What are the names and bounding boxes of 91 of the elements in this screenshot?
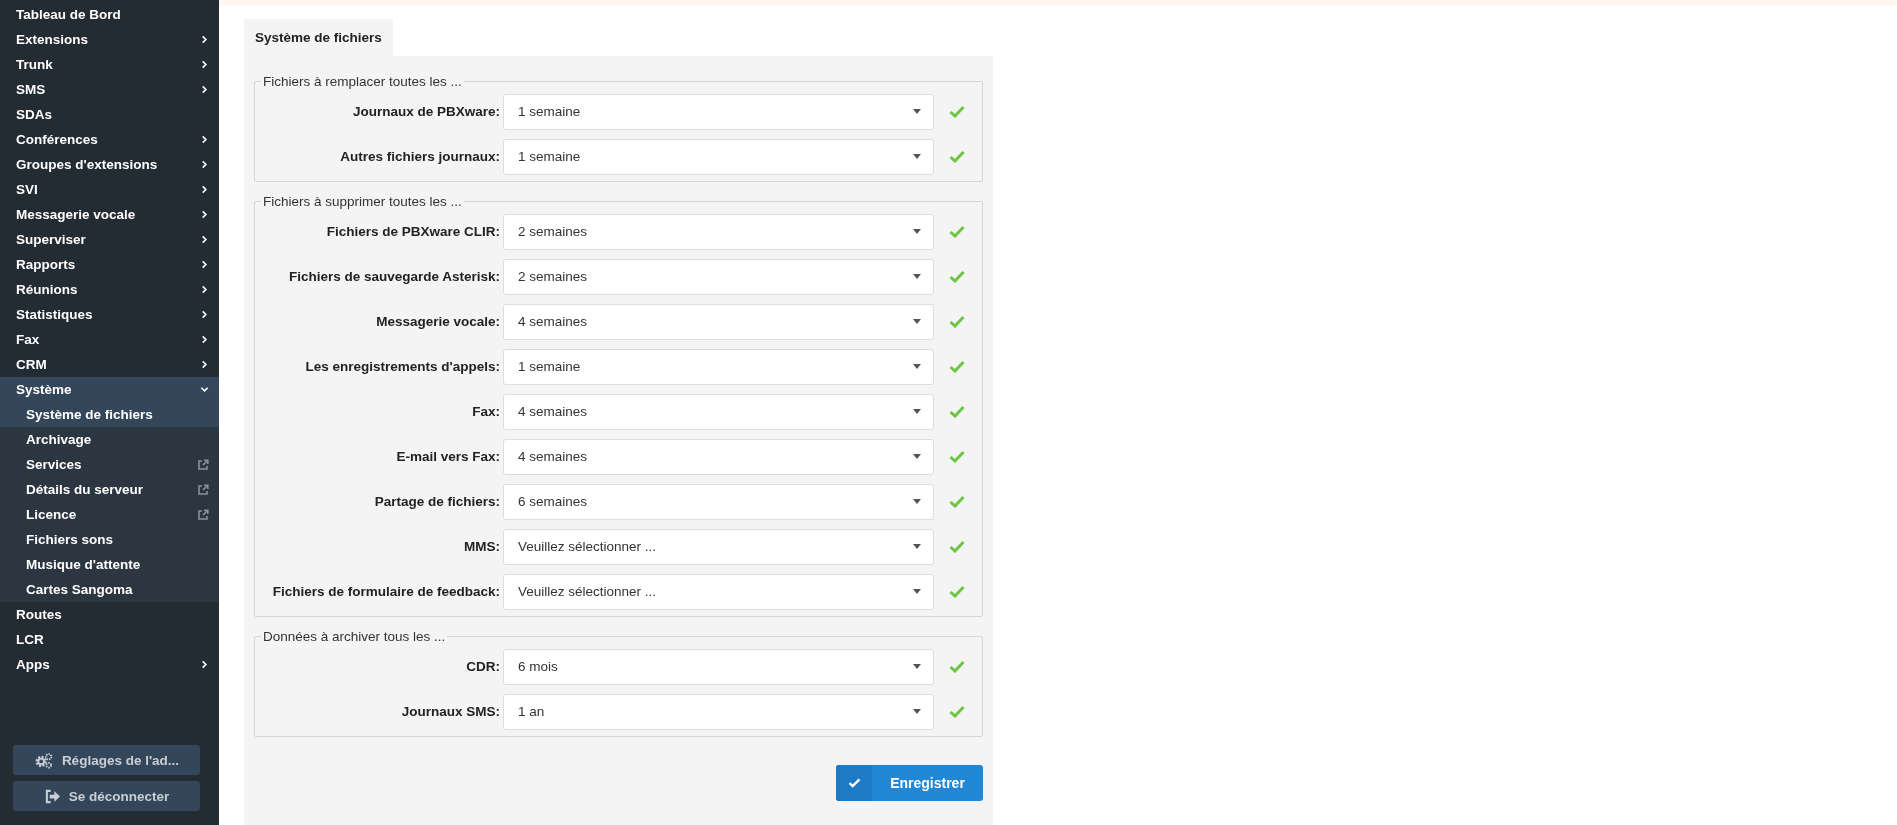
sidebar-item[interactable]: Fax	[0, 327, 219, 352]
caret-icon	[913, 454, 921, 459]
sidebar-item[interactable]: SVI	[0, 177, 219, 202]
sidebar-item[interactable]: CRM	[0, 352, 219, 377]
caret-icon	[913, 319, 921, 324]
sidebar-subitem[interactable]: Système de fichiers	[0, 402, 219, 427]
dropdown-field[interactable]: 6 semaines	[503, 483, 934, 520]
chevron-icon	[200, 135, 209, 144]
sidebar-subitem[interactable]: Détails du serveur	[0, 477, 219, 502]
caret-icon	[913, 664, 921, 669]
field-label: Journaux de PBXware:	[351, 104, 501, 119]
dropdown-field[interactable]: 1 semaine	[503, 138, 934, 175]
field-label: Fax:	[471, 404, 501, 419]
caret-icon	[913, 109, 921, 114]
sidebar-item[interactable]: Réunions	[0, 277, 219, 302]
dropdown-field[interactable]: Veuillez sélectionner ...	[503, 573, 934, 610]
caret-icon	[913, 589, 921, 594]
sidebar-subitem[interactable]: Licence	[0, 502, 219, 527]
chevron-icon	[200, 310, 209, 319]
sidebar-item[interactable]: Tableau de Bord	[0, 2, 219, 27]
sidebar-subitem[interactable]: Cartes Sangoma	[0, 577, 219, 602]
chevron-icon	[200, 85, 209, 94]
chevron-icon	[200, 285, 209, 294]
sidebar-subitem[interactable]: Fichiers sons	[0, 527, 219, 552]
caret-icon	[913, 154, 921, 159]
logout-button[interactable]: Se déconnecter	[13, 781, 200, 811]
caret-icon	[913, 364, 921, 369]
dropdown-field[interactable]: 1 semaine	[503, 348, 934, 385]
chevron-icon	[200, 160, 209, 169]
tab[interactable]: Système de fichiers	[244, 19, 393, 56]
section-legend: Fichiers à supprimer toutes les ...	[261, 194, 464, 209]
sidebar-item[interactable]: Rapports	[0, 252, 219, 277]
sidebar-item[interactable]: Statistiques	[0, 302, 219, 327]
field-label: Les enregistrements d'appels:	[304, 359, 501, 374]
sidebar-item[interactable]: Conférences	[0, 127, 219, 152]
field-label: Autres fichiers journaux:	[339, 149, 501, 164]
settings-button[interactable]: Réglages de l'ad...	[13, 745, 200, 775]
chevron-icon	[200, 260, 209, 269]
chevron-icon	[200, 235, 209, 244]
sidebar-item[interactable]: Messagerie vocale	[0, 202, 219, 227]
caret-icon	[913, 409, 921, 414]
sidebar-item[interactable]: SMS	[0, 77, 219, 102]
caret-icon	[913, 274, 921, 279]
sidebar-item[interactable]: Apps	[0, 652, 219, 677]
sidebar-subitem[interactable]: Archivage	[0, 427, 219, 452]
sidebar-subitem[interactable]: Musique d'attente	[0, 552, 219, 577]
chevron-icon	[200, 660, 209, 669]
dropdown-field[interactable]: 2 semaines	[503, 213, 934, 250]
sidebar-item[interactable]: Système	[0, 377, 219, 402]
sidebar-item[interactable]: Extensions	[0, 27, 219, 52]
sidebar-item[interactable]: Routes	[0, 602, 219, 627]
field-label: Fichiers de formulaire de feedback:	[271, 584, 501, 599]
chevron-icon	[200, 185, 209, 194]
chevron-icon	[200, 35, 209, 44]
dropdown-field[interactable]: 6 mois	[503, 648, 934, 685]
field-label: CDR:	[465, 659, 501, 674]
chevron-icon	[200, 335, 209, 344]
sidebar-subitem[interactable]: Services	[0, 452, 219, 477]
field-label: Fichiers de sauvegarde Asterisk:	[287, 269, 501, 284]
sidebar-item[interactable]: LCR	[0, 627, 219, 652]
field-label: MMS:	[463, 539, 501, 554]
dropdown-field[interactable]: 4 semaines	[503, 393, 934, 430]
dropdown-field[interactable]: 1 an	[503, 693, 934, 730]
section-legend: Données à archiver tous les ...	[261, 629, 448, 644]
field-label: E-mail vers Fax:	[395, 449, 501, 464]
sign-out-icon	[43, 788, 61, 804]
chevron-icon	[200, 60, 209, 69]
sidebar-item[interactable]: Superviser	[0, 227, 219, 252]
dropdown-field[interactable]: 4 semaines	[503, 438, 934, 475]
checkmark-icon	[847, 778, 861, 788]
gears-icon	[33, 751, 54, 769]
dropdown-field[interactable]: Veuillez sélectionner ...	[503, 528, 934, 565]
sidebar-item[interactable]: SDAs	[0, 102, 219, 127]
chevron-icon	[200, 385, 209, 394]
chevron-icon	[200, 210, 209, 219]
field-label: Partage de fichiers:	[373, 494, 501, 509]
field-label: Fichiers de PBXware CLIR:	[325, 224, 501, 239]
dropdown-field[interactable]: 4 semaines	[503, 303, 934, 340]
chevron-icon	[200, 360, 209, 369]
field-label: Messagerie vocale:	[375, 314, 501, 329]
caret-icon	[913, 229, 921, 234]
caret-icon	[913, 544, 921, 549]
save-button[interactable]: Enregistrer	[836, 765, 983, 801]
sidebar-item[interactable]: Trunk	[0, 52, 219, 77]
field-label: Journaux SMS:	[400, 704, 501, 719]
section-legend: Fichiers à remplacer toutes les ...	[261, 74, 464, 89]
sidebar-item[interactable]: Groupes d'extensions	[0, 152, 219, 177]
caret-icon	[913, 499, 921, 504]
caret-icon	[913, 709, 921, 714]
dropdown-field[interactable]: 2 semaines	[503, 258, 934, 295]
dropdown-field[interactable]: 1 semaine	[503, 93, 934, 130]
